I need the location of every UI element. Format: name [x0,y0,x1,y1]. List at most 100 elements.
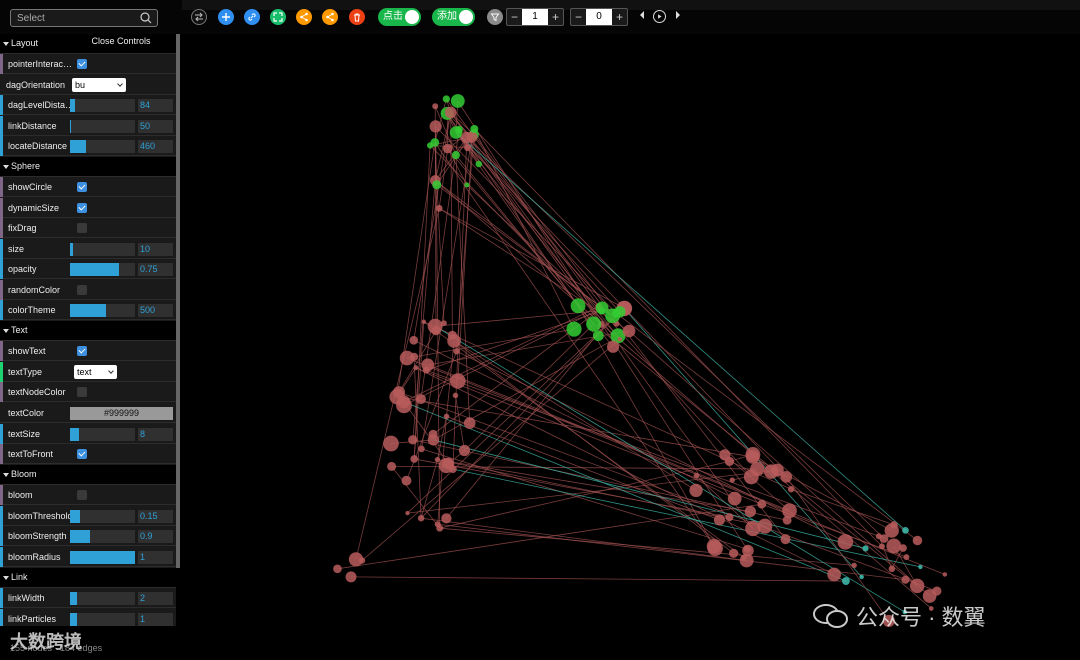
graph-node[interactable] [780,471,793,483]
graph-edge[interactable] [398,391,938,592]
graph-node[interactable] [455,125,463,134]
stepper-value[interactable]: 1 [521,9,549,25]
graph-node[interactable] [345,571,357,583]
click-mode-toggle[interactable]: 点击 [378,8,421,26]
graph-node[interactable] [912,535,923,546]
graph-node[interactable] [727,491,742,506]
graph-node[interactable] [410,455,419,463]
graph-edge[interactable] [421,448,748,550]
graph-node[interactable] [444,106,457,119]
graph-node[interactable] [782,503,797,519]
stepper-decrement[interactable]: − [571,9,586,25]
graph-node[interactable] [728,548,739,558]
link-width-slider[interactable] [70,592,135,605]
dag-level-distance-slider[interactable] [70,99,135,112]
graph-node[interactable] [693,472,700,479]
graph-node[interactable] [453,348,460,355]
graph-node[interactable] [458,444,471,457]
graph-node[interactable] [431,326,441,336]
graph-node[interactable] [393,386,406,399]
graph-node[interactable] [595,301,609,315]
graph-node[interactable] [901,575,910,584]
graph-node[interactable] [464,182,470,188]
graph-node[interactable] [859,574,864,580]
link-distance-slider[interactable] [70,120,135,133]
graph-node[interactable] [413,365,419,371]
graph-node[interactable] [757,499,767,509]
text-size-slider[interactable] [70,428,135,441]
graph-edge[interactable] [628,330,930,597]
locate-distance-slider[interactable] [70,140,135,153]
opacity-slider[interactable] [70,263,135,276]
graph-edge[interactable] [355,208,440,560]
delete-button[interactable] [349,9,365,25]
graph-node[interactable] [764,464,779,479]
graph-edge[interactable] [391,466,441,529]
graph-node[interactable] [745,520,761,537]
bloom-checkbox[interactable] [77,490,87,500]
graph-edge[interactable] [623,308,862,578]
graph-node[interactable] [729,477,735,483]
graph-node[interactable] [750,461,765,477]
next-icon[interactable] [676,11,680,19]
graph-node[interactable] [434,456,441,463]
graph-node[interactable] [358,557,366,564]
bloom-radius-slider[interactable] [70,551,135,564]
graph-node[interactable] [452,392,459,399]
graph-node[interactable] [464,144,472,152]
show-circle-checkbox[interactable] [77,182,87,192]
graph-node[interactable] [787,485,795,493]
filter-button[interactable] [487,9,503,25]
share-alt-button[interactable] [322,9,338,25]
show-text-checkbox[interactable] [77,346,87,356]
graph-svg[interactable] [180,34,1080,660]
text-type-select[interactable]: text [74,365,117,379]
graph-node[interactable] [890,521,898,529]
stepper-decrement[interactable]: − [507,9,522,25]
graph-node[interactable] [841,577,850,585]
stepper-increment[interactable]: + [548,9,563,25]
graph-node[interactable] [438,457,454,474]
close-controls-button[interactable]: Close Controls [78,34,164,48]
graph-canvas[interactable] [180,34,1080,660]
graph-node[interactable] [429,120,442,133]
add-node-button[interactable] [218,9,234,25]
graph-node[interactable] [409,335,419,345]
graph-node[interactable] [744,505,757,518]
graph-node[interactable] [689,483,703,498]
locate-distance-input[interactable]: 460 [138,140,173,153]
dag-level-distance-input[interactable]: 84 [138,99,173,112]
graph-node[interactable] [451,151,460,160]
prev-icon[interactable] [640,11,644,19]
opacity-input[interactable]: 0.75 [138,263,173,276]
graph-node[interactable] [719,449,731,461]
graph-node[interactable] [421,319,427,325]
bloom-radius-input[interactable]: 1 [138,551,173,564]
graph-edge[interactable] [351,576,846,582]
search-input[interactable] [17,11,137,25]
search-box[interactable] [10,9,158,27]
bloom-strength-input[interactable]: 0.9 [138,530,173,543]
graph-node[interactable] [932,586,942,596]
folder-sphere[interactable]: Sphere [0,157,176,177]
graph-node[interactable] [470,124,479,133]
dynamic-size-checkbox[interactable] [77,203,87,213]
graph-node[interactable] [782,515,792,525]
link-button[interactable] [244,9,260,25]
bloom-threshold-slider[interactable] [70,510,135,523]
graph-edge[interactable] [415,367,762,505]
graph-node[interactable] [417,514,425,522]
size-input[interactable]: 10 [138,243,173,256]
graph-node[interactable] [909,578,925,594]
graph-node[interactable] [899,544,907,552]
panel-scrollbar[interactable] [176,34,180,568]
folder-link[interactable]: Link [0,568,176,588]
graph-node[interactable] [441,513,452,524]
graph-node[interactable] [405,510,410,516]
graph-node[interactable] [742,544,754,557]
level-stepper[interactable]: − 0 + [570,8,628,26]
dag-orientation-select[interactable]: bu [72,78,126,92]
graph-node[interactable] [617,336,622,342]
graph-node[interactable] [450,94,465,108]
graph-node[interactable] [408,435,418,445]
